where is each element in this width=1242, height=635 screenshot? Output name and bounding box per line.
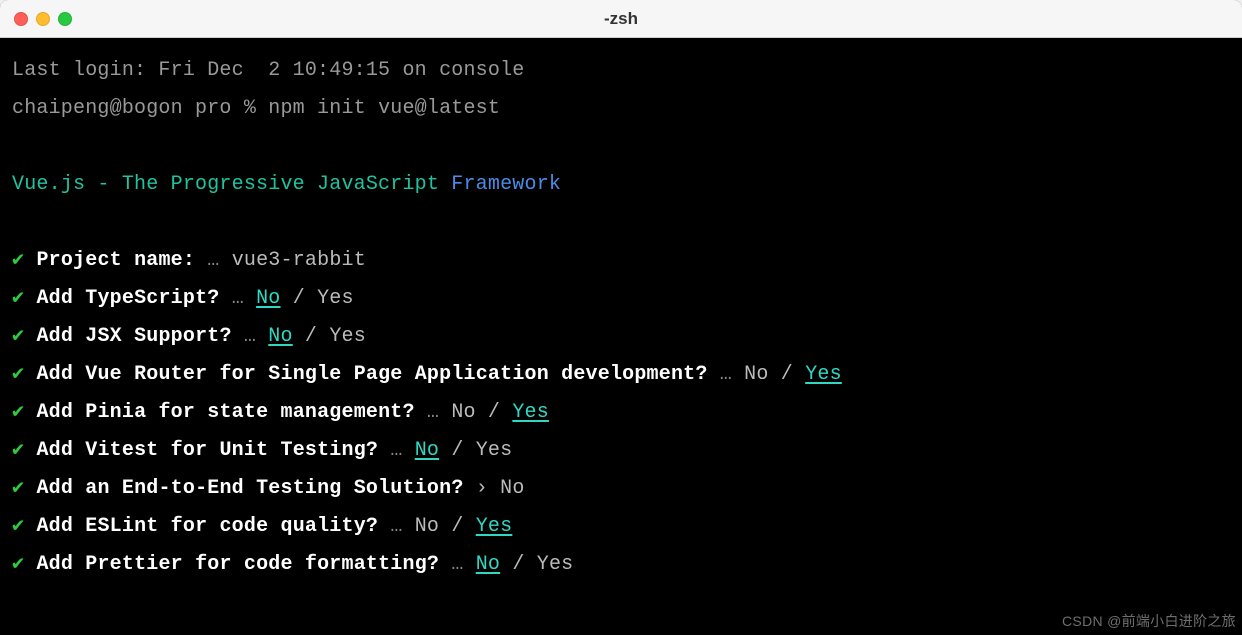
- blank-line: [12, 128, 1230, 166]
- terminal-window: -zsh Last login: Fri Dec 2 10:49:15 on c…: [0, 0, 1242, 635]
- prompt-question: Add Vue Router for Single Page Applicati…: [36, 363, 707, 386]
- titlebar: -zsh: [0, 0, 1242, 38]
- check-icon: ✔: [12, 477, 24, 500]
- prompt-line: ✔ Add TypeScript? … No / Yes: [12, 280, 1230, 318]
- check-icon: ✔: [12, 363, 24, 386]
- option-yes[interactable]: Yes: [537, 553, 574, 576]
- traffic-lights: [14, 12, 72, 26]
- slash-separator: /: [439, 515, 476, 538]
- ellipsis-icon: …: [207, 249, 231, 272]
- slash-separator: /: [439, 439, 476, 462]
- maximize-icon[interactable]: [58, 12, 72, 26]
- prompt-line: ✔ Add Vitest for Unit Testing? … No / Ye…: [12, 432, 1230, 470]
- option-no[interactable]: No: [415, 515, 439, 538]
- option-yes[interactable]: Yes: [329, 325, 366, 348]
- terminal-body[interactable]: Last login: Fri Dec 2 10:49:15 on consol…: [0, 38, 1242, 598]
- prompt-line: ✔ Add Pinia for state management? … No /…: [12, 394, 1230, 432]
- watermark: CSDN @前端小白进阶之旅: [1062, 611, 1236, 631]
- slash-separator: /: [293, 325, 330, 348]
- option-no[interactable]: No: [415, 439, 439, 462]
- banner-part2: Framework: [439, 173, 561, 196]
- prompt-line: ✔ Add an End-to-End Testing Solution? › …: [12, 470, 1230, 508]
- ellipsis-icon: …: [232, 287, 256, 310]
- window-title: -zsh: [14, 9, 1228, 29]
- prompt-question: Add Prettier for code formatting?: [36, 553, 439, 576]
- prompt-question: Add TypeScript?: [36, 287, 219, 310]
- prompt-question: Add Vitest for Unit Testing?: [36, 439, 378, 462]
- option-no[interactable]: No: [451, 401, 475, 424]
- prompt-question: Add JSX Support?: [36, 325, 231, 348]
- prompt-answer: No: [500, 477, 524, 500]
- prompt-line: ✔ Project name: … vue3-rabbit: [12, 242, 1230, 280]
- close-icon[interactable]: [14, 12, 28, 26]
- slash-separator: /: [500, 553, 537, 576]
- prompt-line: ✔ Add ESLint for code quality? … No / Ye…: [12, 508, 1230, 546]
- prompt-list: ✔ Project name: … vue3-rabbit✔ Add TypeS…: [12, 242, 1230, 584]
- slash-separator: /: [476, 401, 513, 424]
- option-yes[interactable]: Yes: [317, 287, 354, 310]
- ellipsis-icon: …: [720, 363, 744, 386]
- prompt-question: Add an End-to-End Testing Solution?: [36, 477, 463, 500]
- option-no[interactable]: No: [744, 363, 768, 386]
- banner-part1: Vue.js - The Progressive JavaScript: [12, 173, 439, 196]
- slash-separator: /: [769, 363, 806, 386]
- check-icon: ✔: [12, 401, 24, 424]
- check-icon: ✔: [12, 287, 24, 310]
- command-line: chaipeng@bogon pro % npm init vue@latest: [12, 90, 1230, 128]
- option-yes[interactable]: Yes: [805, 363, 842, 386]
- check-icon: ✔: [12, 515, 24, 538]
- prompt-line: ✔ Add JSX Support? … No / Yes: [12, 318, 1230, 356]
- option-no[interactable]: No: [268, 325, 292, 348]
- option-no[interactable]: No: [256, 287, 280, 310]
- command-text: npm init vue@latest: [268, 97, 500, 120]
- banner-line: Vue.js - The Progressive JavaScript Fram…: [12, 166, 1230, 204]
- blank-line: [12, 204, 1230, 242]
- option-yes[interactable]: Yes: [512, 401, 549, 424]
- prompt-line: ✔ Add Prettier for code formatting? … No…: [12, 546, 1230, 584]
- prompt-line: ✔ Add Vue Router for Single Page Applica…: [12, 356, 1230, 394]
- option-yes[interactable]: Yes: [476, 439, 513, 462]
- option-yes[interactable]: Yes: [476, 515, 513, 538]
- ellipsis-icon: …: [390, 439, 414, 462]
- slash-separator: /: [281, 287, 318, 310]
- prompt-answer: vue3-rabbit: [232, 249, 366, 272]
- check-icon: ✔: [12, 249, 24, 272]
- check-icon: ✔: [12, 325, 24, 348]
- check-icon: ✔: [12, 553, 24, 576]
- prompt-question: Add Pinia for state management?: [36, 401, 414, 424]
- prompt-question: Add ESLint for code quality?: [36, 515, 378, 538]
- prompt-text: chaipeng@bogon pro %: [12, 97, 268, 120]
- ellipsis-icon: …: [390, 515, 414, 538]
- chevron-right-icon: ›: [476, 477, 500, 500]
- ellipsis-icon: …: [451, 553, 475, 576]
- ellipsis-icon: …: [244, 325, 268, 348]
- option-no[interactable]: No: [476, 553, 500, 576]
- last-login-line: Last login: Fri Dec 2 10:49:15 on consol…: [12, 52, 1230, 90]
- minimize-icon[interactable]: [36, 12, 50, 26]
- prompt-question: Project name:: [36, 249, 195, 272]
- check-icon: ✔: [12, 439, 24, 462]
- ellipsis-icon: …: [427, 401, 451, 424]
